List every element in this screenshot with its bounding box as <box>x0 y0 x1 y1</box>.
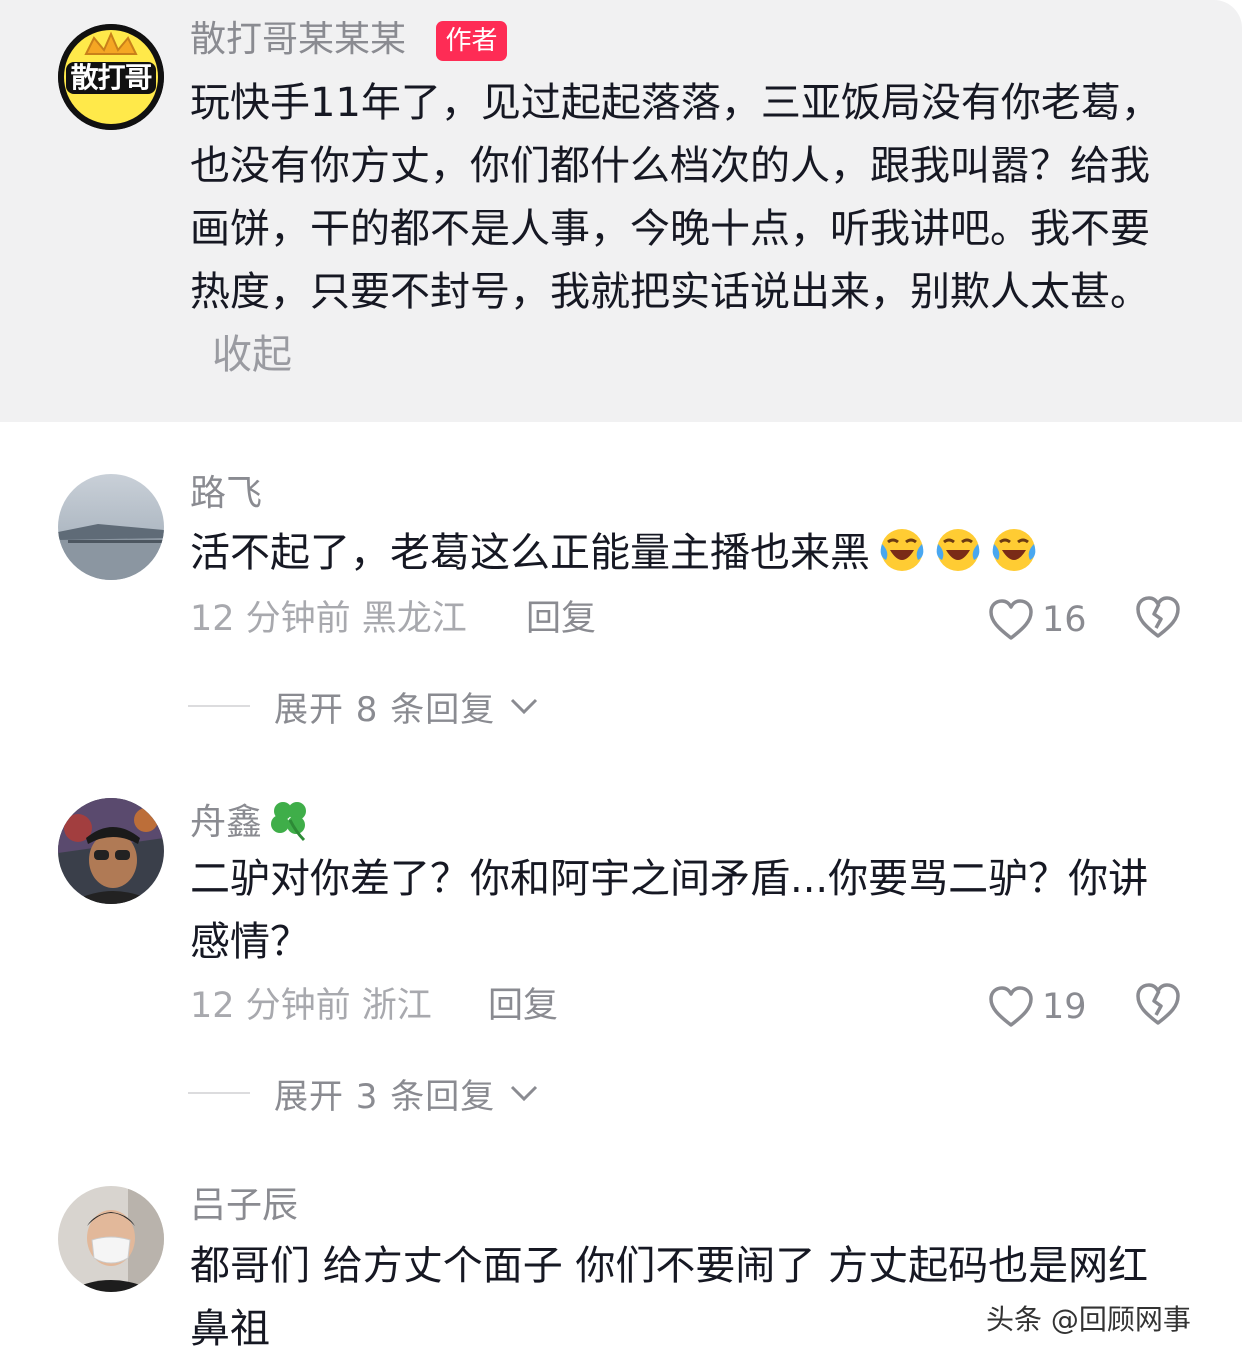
comment-username-text: 舟鑫 <box>190 802 263 843</box>
avatar-lufei[interactable] <box>58 474 164 580</box>
chevron-down-icon <box>511 1085 538 1102</box>
expand-divider <box>188 1092 250 1094</box>
expand-replies-label: 展开 8 条回复 <box>274 689 496 730</box>
avatar-lvzichen[interactable] <box>58 1186 164 1292</box>
laughing-crying-emoji <box>992 529 1036 571</box>
clover-emoji <box>271 802 307 842</box>
heart-icon <box>989 986 1033 1027</box>
pinned-comment: 散打哥 散打哥某某某 作者 玩快手11年了，见过起起落落，三亚饭局没有你老葛，也… <box>0 0 1242 422</box>
comment-text: 二驴对你差了？你和阿宇之间矛盾...你要骂二驴？你讲感情？ <box>190 856 1149 965</box>
like-count: 16 <box>1042 600 1087 640</box>
pinned-comment-text: 玩快手11年了，见过起起落落，三亚饭局没有你老葛，也没有你方丈，你们都什么档次的… <box>190 72 1170 387</box>
like-button[interactable]: 19 <box>988 983 1087 1031</box>
laughing-crying-emoji <box>880 529 924 571</box>
pinned-comment-body: 玩快手11年了，见过起起落落，三亚饭局没有你老葛，也没有你方丈，你们都什么档次的… <box>190 80 1161 315</box>
reply-button[interactable]: 回复 <box>526 597 596 641</box>
watermark: 头条 @回顾网事 <box>986 1303 1191 1336</box>
broken-heart-icon[interactable] <box>1134 981 1182 1029</box>
author-badge: 作者 <box>436 21 507 61</box>
comment-time-location: 12 分钟前 黑龙江 <box>190 599 467 639</box>
expand-replies-label: 展开 3 条回复 <box>274 1076 496 1117</box>
chevron-down-icon <box>511 698 538 715</box>
author-username[interactable]: 散打哥某某某 <box>190 18 406 62</box>
comment-text: 活不起了，老葛这么正能量主播也来黑 <box>190 522 1170 585</box>
author-avatar[interactable]: 散打哥 <box>58 24 164 130</box>
expand-replies-button[interactable]: 展开 8 条回复 <box>188 684 539 730</box>
comment-username[interactable]: 舟鑫 <box>190 796 314 845</box>
avatar-zhouxin[interactable] <box>58 798 164 904</box>
reply-button[interactable]: 回复 <box>488 984 558 1028</box>
like-count: 19 <box>1042 987 1087 1027</box>
expand-divider <box>188 705 250 707</box>
collapse-link[interactable]: 收起 <box>212 332 292 378</box>
comment-time-location: 12 分钟前 浙江 <box>190 986 432 1026</box>
comment-username[interactable]: 路飞 <box>190 472 262 516</box>
broken-heart-icon[interactable] <box>1134 594 1182 642</box>
expand-replies-button[interactable]: 展开 3 条回复 <box>188 1071 539 1117</box>
comment-username[interactable]: 吕子辰 <box>190 1184 298 1228</box>
heart-icon <box>989 599 1033 640</box>
author-avatar-text: 散打哥 <box>70 61 152 94</box>
comment-body: 活不起了，老葛这么正能量主播也来黑 <box>190 530 870 576</box>
laughing-crying-emoji <box>936 529 980 571</box>
like-button[interactable]: 16 <box>988 596 1087 644</box>
